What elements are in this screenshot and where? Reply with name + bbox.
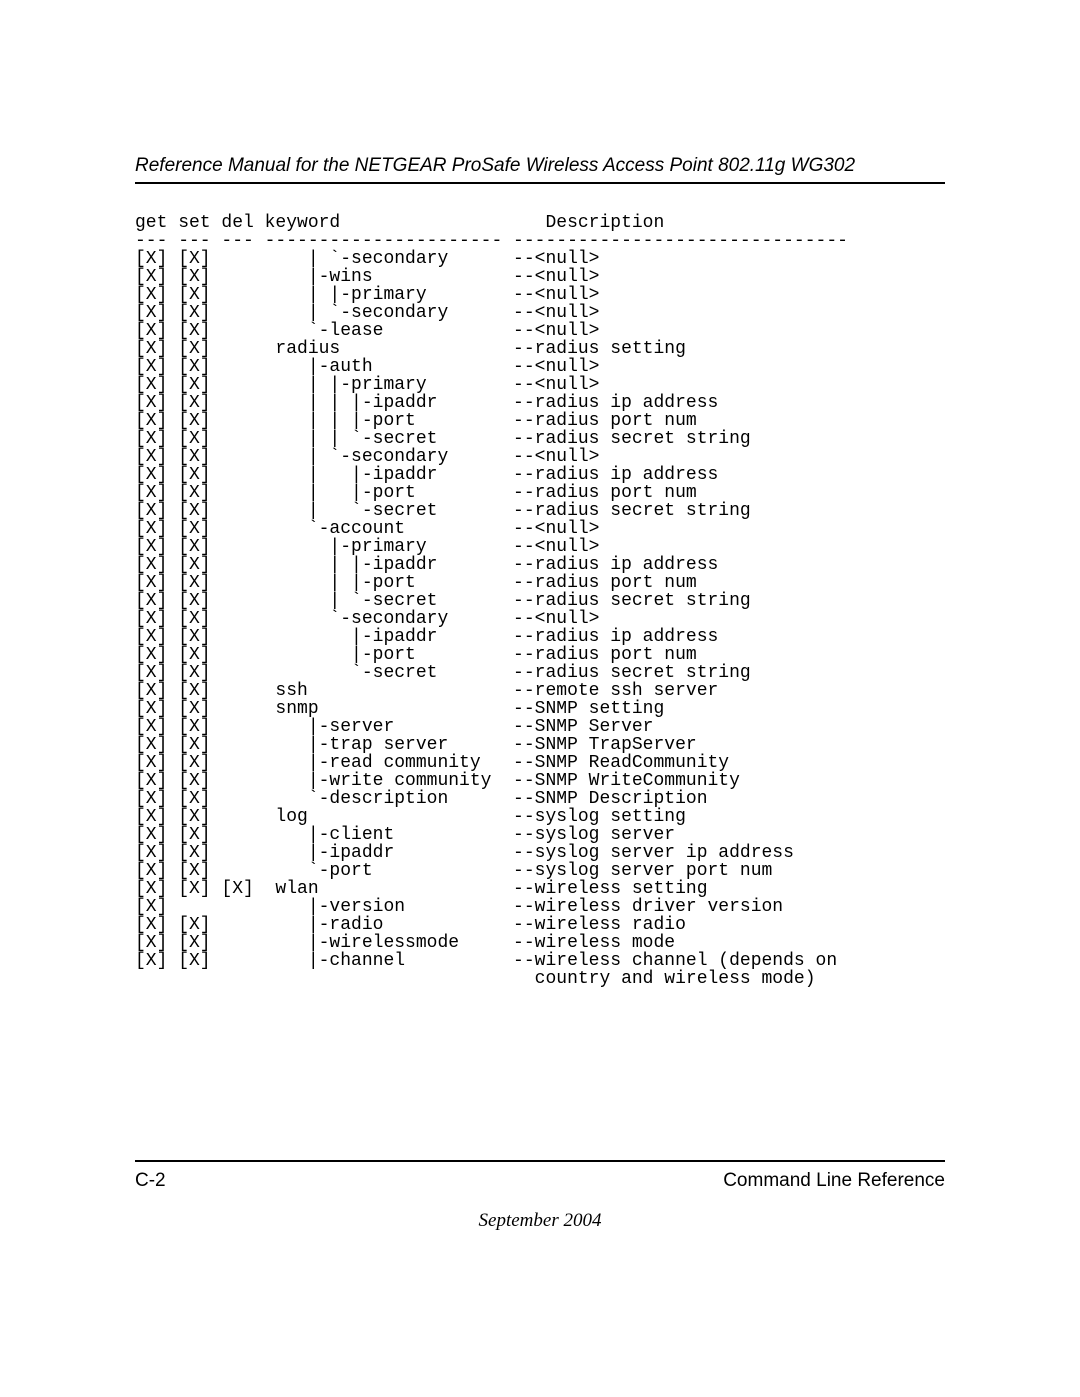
header-rule (135, 182, 945, 184)
section-label: Command Line Reference (723, 1170, 945, 1192)
footer-date: September 2004 (0, 1210, 1080, 1232)
page-number: C-2 (135, 1170, 166, 1192)
cli-reference-table: get set del keyword Description --- --- … (135, 214, 945, 988)
doc-header-title: Reference Manual for the NETGEAR ProSafe… (135, 155, 945, 177)
footer-rule (135, 1160, 945, 1162)
